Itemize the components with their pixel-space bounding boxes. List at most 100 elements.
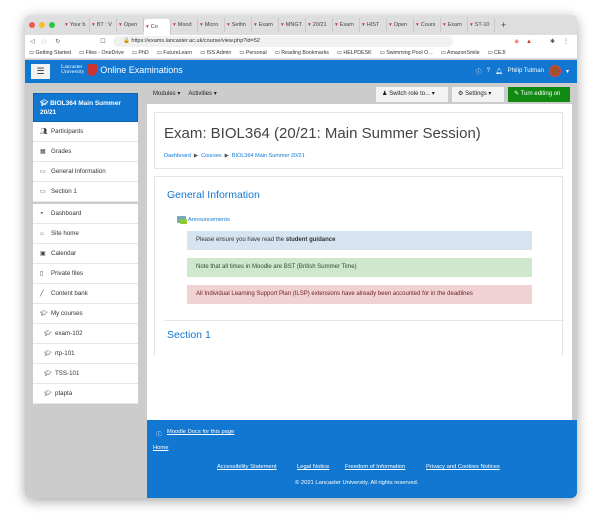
- favicon-icon: ▾: [308, 22, 311, 28]
- table-icon: ▦: [40, 149, 46, 155]
- browser-tab[interactable]: ▾ Exam: [441, 18, 468, 32]
- sidebar-item-section-1[interactable]: ▭ Section 1: [33, 182, 138, 202]
- breadcrumb-courses[interactable]: Courses: [201, 153, 221, 159]
- rewards-icon[interactable]: ▲: [526, 39, 532, 45]
- guidance-notice: Please ensure you have read the student …: [187, 231, 532, 250]
- browser-tab[interactable]: ▾ Co: [144, 19, 171, 35]
- course-name: BIOL364 Main Summer 20/21: [40, 100, 121, 116]
- bookmark-item[interactable]: ▭ CEJI: [488, 50, 506, 56]
- accessibility-statement-link[interactable]: Accessibility Statement: [217, 464, 277, 470]
- browser-tab[interactable]: ▾ Exam: [333, 18, 360, 32]
- user-menu[interactable]: ⓘ ? 🔔︎ Philip Tutman ▾: [476, 65, 569, 77]
- maximize-window-button[interactable]: [49, 22, 55, 28]
- sidebar-item-content-bank[interactable]: ╱ Content bank: [33, 284, 138, 304]
- bookmark-label: Getting Started: [35, 50, 72, 56]
- freedom-of-information-link[interactable]: Freedom of Information: [345, 464, 405, 470]
- browser-tab[interactable]: ▾ 20/21: [306, 18, 333, 32]
- browser-tab[interactable]: ▾ Settin: [225, 18, 252, 32]
- sidebar-item-grades[interactable]: ▦ Grades: [33, 142, 138, 162]
- avatar[interactable]: [548, 65, 561, 77]
- favicon-icon: ▾: [335, 22, 338, 28]
- bookmark-item[interactable]: ▭ Getting Started: [29, 50, 71, 56]
- sidebar-item-exam-102[interactable]: 🎓︎ exam-102: [33, 324, 138, 344]
- section-general-title[interactable]: General Information: [167, 189, 260, 201]
- browser-tab[interactable]: ▾ Cours: [414, 18, 441, 32]
- bookmark-item[interactable]: ▭ Reading Bookmarks: [275, 50, 329, 56]
- url-input[interactable]: 🔒 https://exams.lancaster.ac.uk/course/v…: [113, 36, 453, 47]
- student-guidance-link[interactable]: student guidance: [286, 237, 336, 243]
- switch-role-button[interactable]: ♟ Switch role to... ▾: [376, 87, 448, 102]
- bookmark-label: Reading Bookmarks: [281, 50, 329, 56]
- browser-tab[interactable]: ▾ MNGT: [279, 18, 306, 32]
- home-link[interactable]: Home: [153, 445, 168, 451]
- turn-editing-on-button[interactable]: ✎ Turn editing on: [508, 87, 570, 102]
- legal-notice-link[interactable]: Legal Notice: [297, 464, 329, 470]
- sidebar-item-label: Section 1: [51, 188, 77, 195]
- browser-tab[interactable]: ▾ ST-10: [468, 18, 495, 32]
- bookmark-item[interactable]: ▭ Files - OneDrive: [79, 50, 124, 56]
- bookmark-item[interactable]: ▭ AmazonSmile: [441, 50, 480, 56]
- browser-tab[interactable]: ▾ Open: [387, 18, 414, 32]
- announcements-link[interactable]: Announcements: [177, 216, 230, 224]
- minimize-window-button[interactable]: [39, 22, 45, 28]
- browser-tab[interactable]: ▾ Exam: [252, 18, 279, 32]
- gear-icon: ⚙: [458, 91, 464, 97]
- help-icon[interactable]: ?: [487, 68, 490, 74]
- sidebar-item-private-files[interactable]: ▯ Private files: [33, 264, 138, 284]
- graduation-cap-icon: 🎓︎: [44, 331, 52, 337]
- sidebar-course-header[interactable]: 🎓︎ BIOL364 Main Summer 20/21: [33, 93, 138, 122]
- back-icon[interactable]: ◁: [30, 38, 35, 45]
- modules-menu[interactable]: Modules ▾: [153, 90, 180, 97]
- browser-tab[interactable]: ▾ Mood: [171, 18, 198, 32]
- sidebar-item-calendar[interactable]: ▣ Calendar: [33, 244, 138, 264]
- browser-tab[interactable]: ▾ Your b: [63, 18, 90, 32]
- bookmark-item[interactable]: ▭ FutureLearn: [157, 50, 192, 56]
- new-tab-button[interactable]: +: [501, 20, 506, 30]
- bookmark-label: Personal: [245, 50, 267, 56]
- sidebar-item-ptapta[interactable]: 🎓︎ ptapta: [33, 384, 138, 404]
- browser-tab[interactable]: ▾ HIST: [360, 18, 387, 32]
- sidebar-item-dashboard[interactable]: ◓ Dashboard: [33, 204, 138, 224]
- forum-icon: [177, 216, 187, 224]
- browser-tab[interactable]: ▾ BT : V: [90, 18, 117, 32]
- activities-label: Activities: [188, 91, 213, 97]
- bookmark-item[interactable]: ▭ PhD: [132, 50, 149, 56]
- settings-button[interactable]: ⚙ Settings ▾: [452, 87, 504, 102]
- user-name[interactable]: Philip Tutman: [508, 68, 544, 74]
- bookmark-item[interactable]: ▭ Swimming Pool O...: [380, 50, 433, 56]
- sidebar-item-label: rtp-101: [55, 350, 75, 357]
- sidebar-item-general-information[interactable]: ▭ General Information: [33, 162, 138, 182]
- moodle-docs-link[interactable]: Moodle Docs for this page: [167, 429, 234, 435]
- bookmark-icon[interactable]: ☐: [100, 38, 105, 45]
- favicon-icon: ▾: [281, 22, 284, 28]
- notifications-icon[interactable]: 🔔︎: [495, 68, 503, 75]
- browser-tab[interactable]: ▾ Open: [117, 18, 144, 32]
- breadcrumb-course[interactable]: BIOL364 Main Summer 20/21: [232, 153, 305, 159]
- bookmark-label: PhD: [138, 50, 149, 56]
- close-window-button[interactable]: [29, 22, 35, 28]
- sidebar-item-rtp-101[interactable]: 🎓︎ rtp-101: [33, 344, 138, 364]
- sidebar-item-tss-101[interactable]: 🎓︎ TSS-101: [33, 364, 138, 384]
- breadcrumb-dashboard[interactable]: Dashboard: [164, 153, 191, 159]
- privacy-cookies-link[interactable]: Privacy and Cookies Notices: [426, 464, 500, 470]
- tab-title: Exam: [339, 22, 354, 28]
- section-1-title[interactable]: Section 1: [167, 329, 211, 341]
- bookmark-item[interactable]: ▭ ISS Admin: [200, 50, 231, 56]
- menu-icon[interactable]: ⋮: [563, 38, 569, 45]
- menu-toggle-button[interactable]: ☰: [31, 64, 50, 79]
- activities-menu[interactable]: Activities ▾: [188, 90, 216, 97]
- bookmark-item[interactable]: ▭ HELPDESK: [337, 50, 372, 56]
- chevron-down-icon[interactable]: ▾: [566, 68, 569, 75]
- extensions-icon[interactable]: ✱: [550, 38, 555, 45]
- sidebar-item-my-courses[interactable]: 🎓︎ My courses: [33, 304, 138, 324]
- reload-icon[interactable]: ↻: [55, 38, 60, 45]
- browser-tab[interactable]: ▾ Micro: [198, 18, 225, 32]
- forward-icon[interactable]: ▷: [43, 38, 48, 45]
- sidebar-item-participants[interactable]: 👥︎ Participants: [33, 122, 138, 142]
- bookmark-item[interactable]: ▭ Personal: [239, 50, 266, 56]
- sidebar-item-site-home[interactable]: ⌂ Site home: [33, 224, 138, 244]
- site-logo[interactable]: Lancaster University Online Examinations: [61, 64, 183, 76]
- calendar-icon: ▣: [40, 251, 46, 257]
- accessibility-icon[interactable]: ⓘ: [476, 67, 482, 76]
- brave-shield-icon[interactable]: ◈: [514, 38, 519, 45]
